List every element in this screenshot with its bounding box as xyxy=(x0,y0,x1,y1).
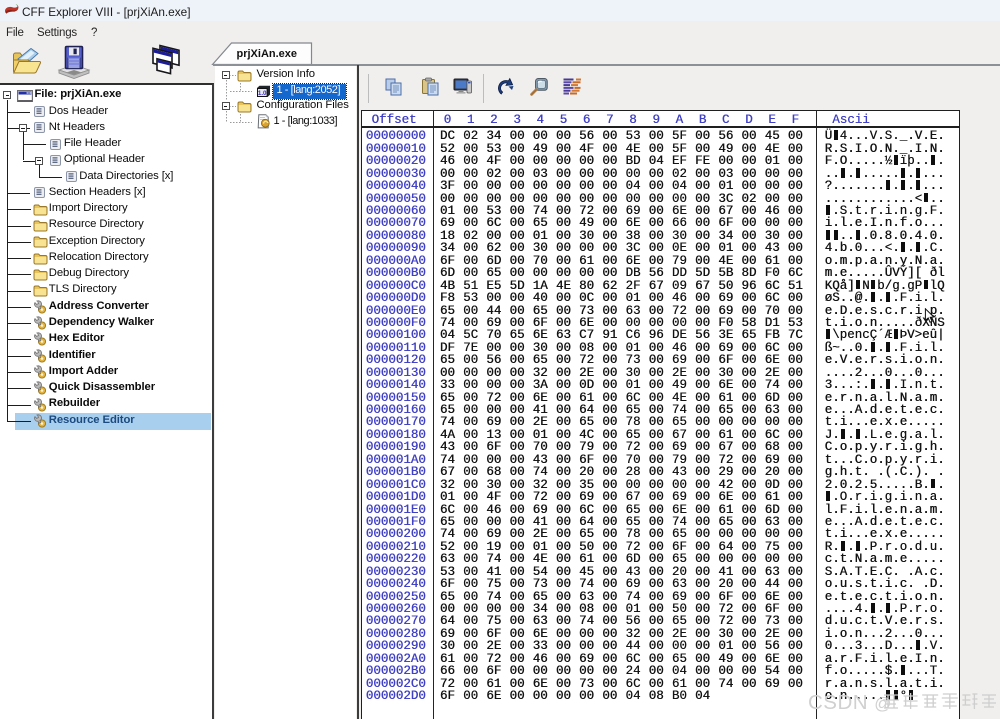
svg-text:1.0: 1.0 xyxy=(257,89,266,96)
